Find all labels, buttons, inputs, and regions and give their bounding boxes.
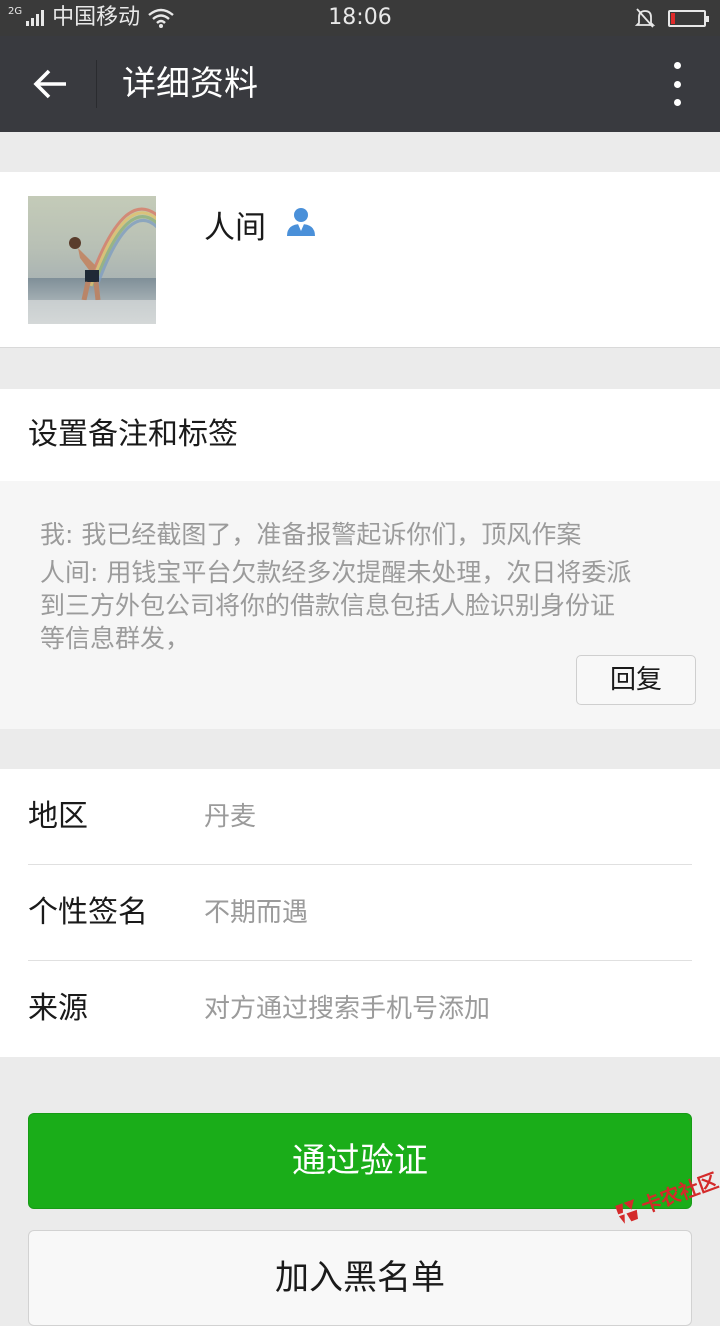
info-value: 不期而遇 — [204, 898, 309, 928]
info-card: 地区 丹麦 个性签名 不期而遇 来源 对方通过搜索手机号添加 — [0, 769, 720, 1057]
reply-button[interactable]: 回复 — [576, 655, 696, 705]
info-label: 个性签名 — [28, 895, 148, 930]
status-bar: 2G 中国移动 18:06 — [0, 0, 720, 36]
profile-card: 人间 — [0, 172, 720, 348]
message-line: 我: 我已经截图了，准备报警起诉你们，顶风作案 — [40, 520, 582, 549]
bell-muted-icon — [634, 8, 656, 28]
message-line: 人间: 用钱宝平台欠款经多次提醒未处理，次日将委派 — [40, 558, 632, 587]
info-value: 丹麦 — [204, 802, 257, 832]
info-row-source: 来源 对方通过搜索手机号添加 — [0, 961, 720, 1057]
set-remark-row[interactable]: 设置备注和标签 — [0, 389, 720, 481]
verify-button[interactable]: 通过验证 — [28, 1113, 692, 1209]
back-button[interactable] — [24, 58, 76, 110]
info-value: 对方通过搜索手机号添加 — [204, 994, 491, 1024]
person-icon — [287, 208, 315, 236]
set-remark-label: 设置备注和标签 — [28, 417, 238, 452]
avatar-image — [28, 196, 156, 324]
more-vertical-icon — [673, 62, 681, 69]
message-line: 到三方外包公司将你的借款信息包括人脸识别身份证 — [40, 591, 616, 620]
app-bar: 详细资料 — [0, 36, 720, 132]
status-time: 18:06 — [328, 5, 392, 30]
add-to-blacklist-button[interactable]: 加入黑名单 — [28, 1230, 692, 1326]
message-line: 等信息群发， — [40, 624, 191, 653]
status-right — [634, 0, 709, 36]
verification-messages: 我: 我已经截图了，准备报警起诉你们，顶风作案 人间: 用钱宝平台欠款经多次提醒… — [0, 481, 720, 729]
info-row-signature: 个性签名 不期而遇 — [0, 865, 720, 961]
profile-name: 人间 — [204, 210, 266, 246]
info-label: 地区 — [28, 799, 88, 834]
page-title: 详细资料 — [122, 64, 258, 104]
app-bar-divider — [96, 60, 97, 108]
info-label: 来源 — [28, 991, 88, 1026]
arrow-left-icon — [33, 69, 66, 99]
avatar[interactable] — [28, 196, 156, 324]
battery-icon — [668, 9, 709, 27]
info-row-region: 地区 丹麦 — [0, 769, 720, 865]
more-button[interactable] — [662, 62, 692, 106]
